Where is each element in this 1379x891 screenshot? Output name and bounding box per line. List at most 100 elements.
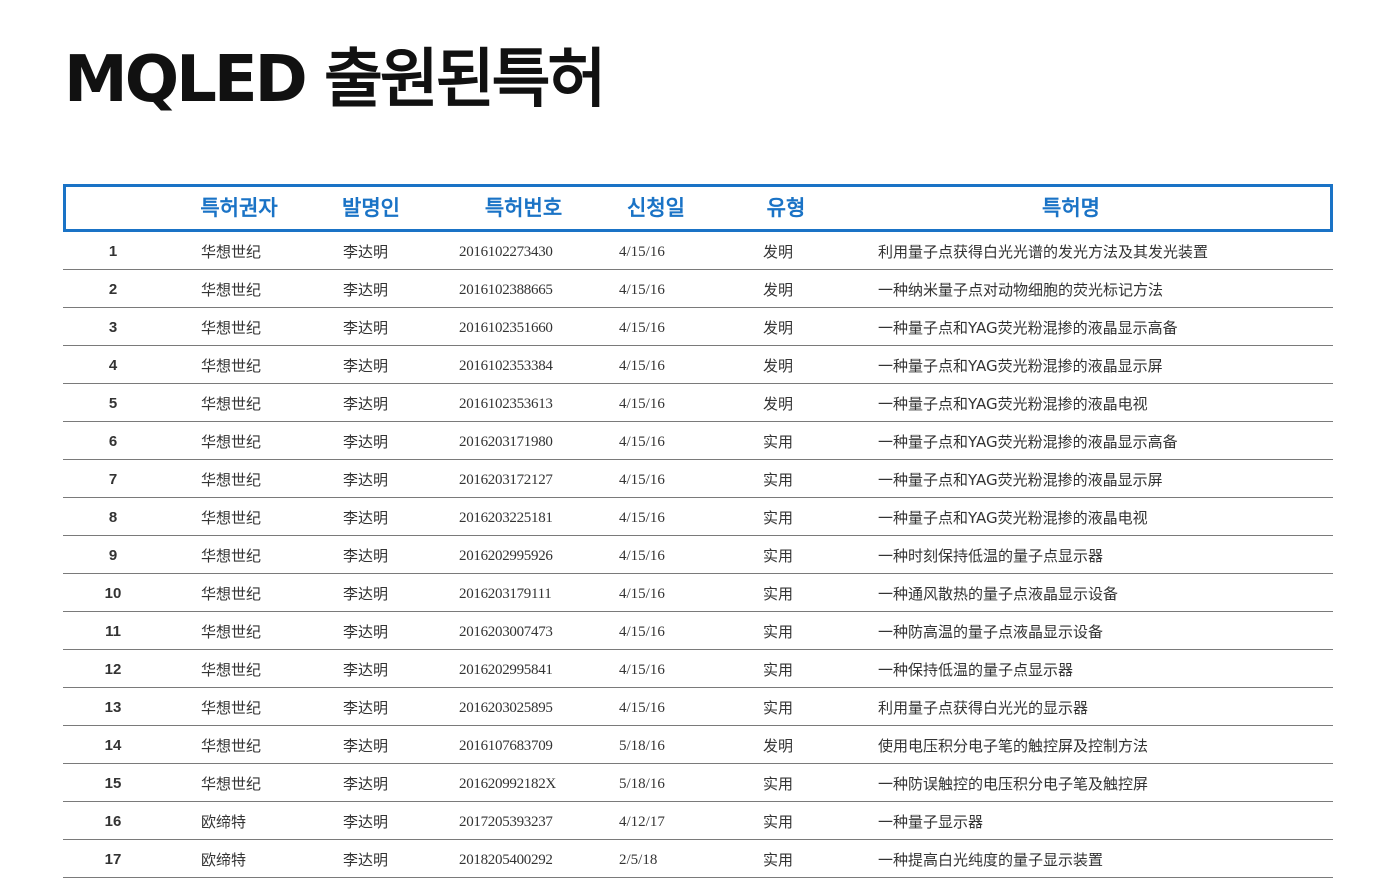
row-type: 发明 [763,357,794,375]
row-patent-number: 2016102353613 [459,396,553,412]
row-inventor: 李达明 [343,509,389,527]
row-type: 实用 [763,585,794,603]
row-owner: 华想世纪 [201,699,262,717]
row-inventor: 李达明 [343,243,389,261]
row-patent-name: 使用电压积分电子笔的触控屏及控制方法 [878,737,1149,755]
row-patent-number: 2016203007473 [459,624,553,640]
table-row: 3 华想世纪 李达明 2016102351660 4/15/16 发明 一种量子点和YAG荧… [63,308,1333,346]
row-inventor: 李达明 [343,813,389,831]
row-number: 14 [104,737,122,754]
row-patent-number: 2016203179111 [459,586,552,602]
table-row: 4 华想世纪 李达明 2016102353384 4/15/16 发明 一种量子点和YAG荧… [63,346,1333,384]
row-number: 2 [108,281,118,298]
row-inventor: 李达明 [343,357,389,375]
table-row: 9 华想世纪 李达明 2016202995926 4/15/16 实用 一种时刻保持低温的量… [63,536,1333,574]
row-application-date: 4/15/16 [619,282,665,298]
row-inventor: 李达明 [343,395,389,413]
patent-table: 특허권자 발명인 특허번호 신청일 유형 특허명 1 华想世纪 李达明 2016102… [63,184,1333,878]
table-row: 7 华想世纪 李达明 2016203172127 4/15/16 实用 一种量子点和YAG荧… [63,460,1333,498]
row-application-date: 4/15/16 [619,472,665,488]
row-application-date: 4/15/16 [619,700,665,716]
table-row: 10 华想世纪 李达明 2016203179111 4/15/16 实用 一种通风散热的量子… [63,574,1333,612]
header-owner: 특허권자 [200,196,278,220]
row-patent-number: 2016102351660 [459,320,553,336]
table-row: 17 欧缔特 李达明 2018205400292 2/5/18 实用 一种提高白光纯度的量子… [63,840,1333,878]
row-number: 11 [105,623,121,640]
row-application-date: 4/15/16 [619,510,665,526]
row-patent-number: 2016203171980 [459,434,553,450]
row-number: 10 [104,585,122,602]
row-patent-name: 一种量子点和YAG荧光粉混掺的液晶显示高备 [878,433,1178,451]
row-number: 3 [108,319,118,336]
row-application-date: 4/15/16 [619,358,665,374]
row-patent-number: 2016102388665 [459,282,553,298]
row-patent-name: 利用量子点获得白光光谱的发光方法及其发光装置 [878,243,1209,261]
row-owner: 华想世纪 [201,319,262,337]
row-owner: 欧缔特 [201,813,247,831]
row-number: 9 [108,547,118,564]
row-patent-name: 一种时刻保持低温的量子点显示器 [878,547,1104,565]
row-application-date: 4/15/16 [619,586,665,602]
row-patent-name: 利用量子点获得白光光的显示器 [878,699,1089,717]
row-patent-name: 一种量子点和YAG荧光粉混掺的液晶电视 [878,395,1148,413]
row-inventor: 李达明 [343,737,389,755]
row-patent-name: 一种保持低温的量子点显示器 [878,661,1074,679]
row-type: 发明 [763,319,794,337]
row-patent-number: 2016203025895 [459,700,553,716]
row-owner: 华想世纪 [201,737,262,755]
table-row: 6 华想世纪 李达明 2016203171980 4/15/16 实用 一种量子点和YAG荧… [63,422,1333,460]
row-owner: 华想世纪 [201,357,262,375]
row-owner: 华想世纪 [201,433,262,451]
row-inventor: 李达明 [343,547,389,565]
row-patent-number: 2016203172127 [459,472,553,488]
row-patent-name: 一种通风散热的量子点液晶显示设备 [878,585,1119,603]
row-owner: 华想世纪 [201,623,262,641]
row-type: 发明 [763,395,794,413]
table-row: 8 华想世纪 李达明 2016203225181 4/15/16 实用 一种量子点和YAG荧… [63,498,1333,536]
row-patent-name: 一种量子点和YAG荧光粉混掺的液晶电视 [878,509,1148,527]
row-type: 实用 [763,623,794,641]
row-owner: 华想世纪 [201,547,262,565]
row-patent-number: 2017205393237 [459,814,553,830]
row-inventor: 李达明 [343,319,389,337]
row-type: 实用 [763,813,794,831]
row-type: 发明 [763,243,794,261]
header-application-date: 신청일 [627,196,685,220]
table-row: 2 华想世纪 李达明 2016102388665 4/15/16 发明 一种纳米量子点对动物… [63,270,1333,308]
row-number: 1 [108,243,118,260]
table-header: 특허권자 발명인 특허번호 신청일 유형 특허명 [63,184,1333,232]
row-application-date: 5/18/16 [619,738,665,754]
row-number: 13 [104,699,122,716]
row-inventor: 李达明 [343,281,389,299]
header-type: 유형 [766,196,806,220]
row-number: 15 [104,775,122,792]
row-patent-number: 2018205400292 [459,852,553,868]
row-patent-number: 201620992182X [459,776,556,792]
row-owner: 华想世纪 [201,243,262,261]
row-number: 5 [108,395,118,412]
row-patent-number: 2016202995926 [459,548,553,564]
row-inventor: 李达明 [343,471,389,489]
row-owner: 华想世纪 [201,585,262,603]
row-owner: 华想世纪 [201,509,262,527]
row-patent-name: 一种防高温的量子点液晶显示设备 [878,623,1104,641]
row-type: 实用 [763,471,794,489]
row-owner: 华想世纪 [201,281,262,299]
row-patent-name: 一种纳米量子点对动物细胞的荧光标记方法 [878,281,1164,299]
row-type: 实用 [763,509,794,527]
row-patent-name: 一种量子显示器 [878,813,984,831]
row-application-date: 4/15/16 [619,624,665,640]
row-patent-number: 2016202995841 [459,662,553,678]
row-number: 7 [108,471,118,488]
row-type: 实用 [763,433,794,451]
row-owner: 华想世纪 [201,661,262,679]
row-owner: 欧缔特 [201,851,247,869]
table-row: 1 华想世纪 李达明 2016102273430 4/15/16 发明 利用量子点获得白光光… [63,232,1333,270]
row-patent-number: 2016107683709 [459,738,553,754]
row-owner: 华想世纪 [201,395,262,413]
row-number: 4 [108,357,118,374]
row-application-date: 4/15/16 [619,548,665,564]
header-patent-number: 특허번호 [484,196,563,220]
row-owner: 华想世纪 [201,775,262,793]
row-application-date: 4/12/17 [619,814,665,830]
